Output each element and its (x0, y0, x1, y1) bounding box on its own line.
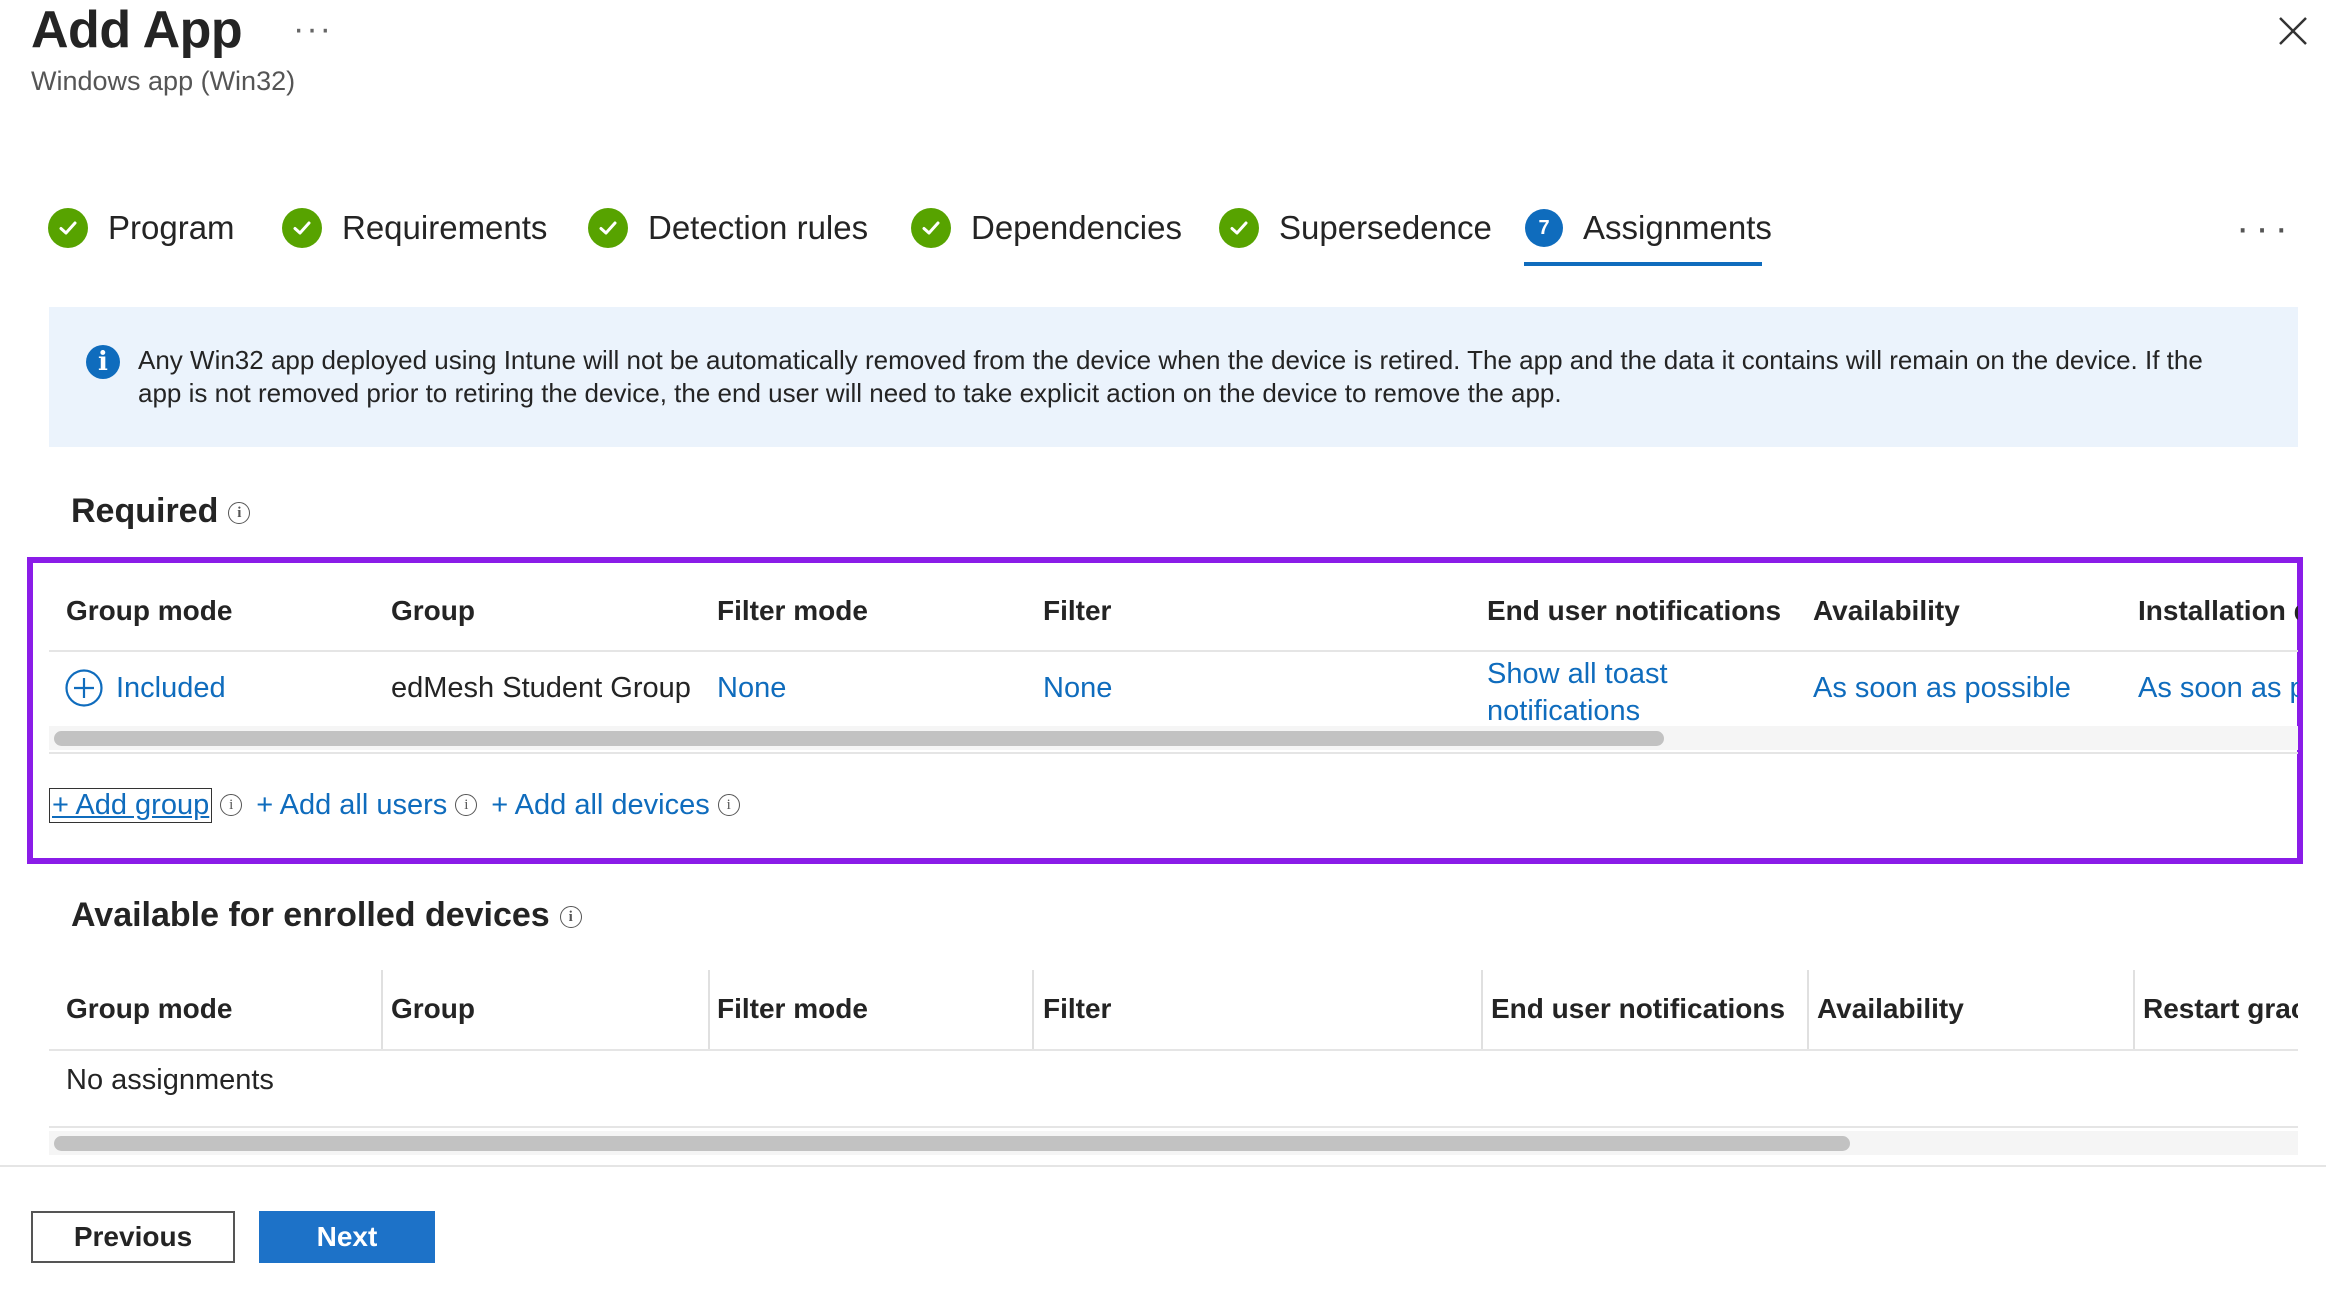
page-title: Add App (31, 1, 243, 59)
column-header[interactable]: Filter (1043, 993, 1111, 1025)
step-label: Supersedence (1279, 209, 1492, 246)
column-separator (1807, 970, 1809, 1050)
step-detection-rules[interactable]: Detection rules (588, 200, 868, 256)
step-label: Program (108, 209, 235, 246)
filter-link[interactable]: None (1043, 672, 1112, 705)
column-header[interactable]: Group (391, 595, 475, 627)
check-icon (911, 208, 951, 248)
footer-divider (0, 1165, 2326, 1167)
filter-mode-link[interactable]: None (717, 672, 786, 705)
add-all-users-link[interactable]: + Add all users (256, 789, 447, 822)
step-requirements[interactable]: Requirements (282, 200, 547, 256)
check-icon (1219, 208, 1259, 248)
required-title: Required (71, 492, 219, 530)
step-dependencies[interactable]: Dependencies (911, 200, 1182, 256)
row-divider (49, 752, 2298, 754)
step-supersedence[interactable]: Supersedence (1219, 200, 1492, 256)
scrollbar-thumb[interactable] (54, 1136, 1850, 1151)
step-program[interactable]: Program (48, 200, 235, 256)
row-divider (49, 1126, 2298, 1128)
info-icon[interactable]: i (717, 794, 740, 816)
step-assignments[interactable]: 7 Assignments (1525, 200, 1772, 256)
page-subtitle: Windows app (Win32) (31, 66, 296, 96)
column-separator (381, 970, 383, 1050)
header-divider (49, 1049, 2298, 1051)
column-header[interactable]: Filter mode (717, 595, 868, 627)
column-separator (1032, 970, 1034, 1050)
step-label: Requirements (342, 209, 548, 246)
column-header[interactable]: Availability (1813, 595, 1960, 627)
availability-link[interactable]: As soon as possible (1813, 672, 2071, 705)
column-header[interactable]: Availability (1817, 993, 1964, 1025)
column-header[interactable]: Group mode (66, 595, 232, 627)
column-header[interactable]: Group mode (66, 993, 232, 1025)
more-options-icon[interactable]: ··· (293, 10, 333, 49)
empty-state-text: No assignments (66, 1064, 274, 1096)
group-mode-included[interactable]: Included (64, 668, 226, 708)
group-name: edMesh Student Group (391, 672, 691, 704)
column-header[interactable]: Installation d (2138, 595, 2298, 627)
close-icon[interactable] (2276, 14, 2310, 48)
active-step-indicator (1524, 262, 1762, 266)
required-section-heading: Required i (71, 492, 251, 531)
required-actions: + Add group i + Add all users i + Add al… (49, 785, 740, 825)
notifications-line: Show all toast (1487, 658, 1668, 690)
header-divider (49, 650, 2298, 652)
available-section-heading: Available for enrolled devices i (71, 896, 582, 935)
previous-button[interactable]: Previous (31, 1211, 235, 1263)
available-title: Available for enrolled devices (71, 896, 550, 934)
notifications-line: notifications (1487, 695, 1641, 724)
add-circle-icon (65, 669, 103, 707)
check-icon (588, 208, 628, 248)
column-header[interactable]: Filter mode (717, 993, 868, 1025)
add-all-devices-link[interactable]: + Add all devices (491, 789, 709, 822)
column-separator (708, 970, 710, 1050)
column-header[interactable]: Restart grac (2143, 993, 2298, 1025)
step-number-badge: 7 (1525, 209, 1563, 247)
step-label: Assignments (1583, 209, 1772, 246)
info-icon[interactable]: i (220, 794, 243, 816)
group-mode-label: Included (116, 671, 226, 704)
column-header[interactable]: Group (391, 993, 475, 1025)
info-banner-text: Any Win32 app deployed using Intune will… (138, 345, 2203, 408)
step-label: Dependencies (971, 209, 1182, 246)
column-header[interactable]: End user notifications (1491, 993, 1785, 1025)
info-icon[interactable]: i (228, 502, 251, 525)
steps-overflow-icon[interactable]: ··· (2236, 206, 2294, 251)
next-button[interactable]: Next (259, 1211, 435, 1263)
column-separator (1481, 970, 1483, 1050)
scrollbar-thumb[interactable] (54, 731, 1664, 746)
column-header[interactable]: Filter (1043, 595, 1111, 627)
step-label: Detection rules (648, 209, 869, 246)
info-icon[interactable]: i (559, 906, 582, 929)
add-group-link[interactable]: + Add group (49, 787, 213, 823)
info-icon: i (86, 345, 120, 379)
notifications-link[interactable]: Show all toast notifications (1487, 656, 1668, 724)
installation-deadline-link[interactable]: As soon as p (2138, 672, 2298, 705)
column-header[interactable]: End user notifications (1487, 595, 1781, 627)
check-icon (282, 208, 322, 248)
check-icon (48, 208, 88, 248)
info-icon[interactable]: i (455, 794, 478, 816)
column-separator (2133, 970, 2135, 1050)
